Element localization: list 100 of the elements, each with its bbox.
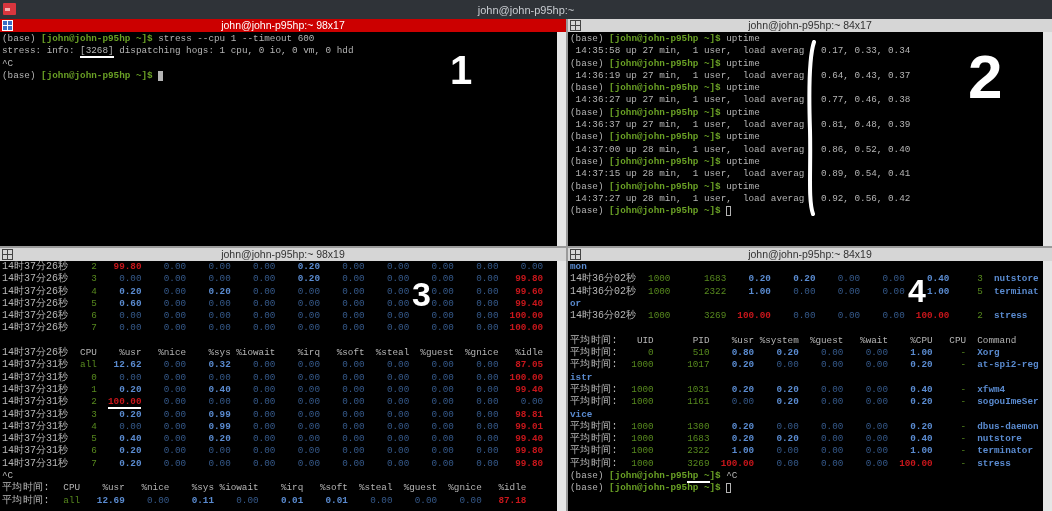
terminal-line: (base) [john@john-p95hp ~]$ uptime [570, 57, 760, 70]
table-cell: terminator [977, 445, 1034, 457]
table-cell: 0.00 [342, 297, 365, 309]
table-cell: 0.40 [910, 433, 933, 445]
table-cell: 0.00 [297, 310, 320, 322]
table-cell: 0.00 [342, 457, 365, 469]
table-cell: 0.00 [163, 297, 187, 309]
table-cell: 2 [977, 310, 983, 322]
table-cell: 0.00 [208, 297, 231, 309]
row-label: 平均时间: [570, 445, 619, 458]
window-menu-icon[interactable] [2, 249, 13, 260]
terminal-line: or [570, 297, 582, 310]
row-label: 14时37分31秒 [2, 408, 69, 421]
terminal-line: 14:36:27 up 27 min, 1 user, load averag 0.77, 0.46, 0.38 [574, 94, 911, 107]
terminal-line: 14:37:00 up 28 min, 1 user, load averag 0.86, 0.52, 0.40 [574, 143, 911, 156]
table-cell: CPU [949, 334, 967, 346]
table-cell: 0.20 [748, 273, 771, 285]
table-cell: %irq [297, 347, 320, 359]
table-cell: 0.00 [208, 322, 231, 334]
table-cell: 0.00 [431, 273, 454, 285]
scrollbar[interactable] [1043, 32, 1052, 246]
table-cell: %soft [319, 482, 348, 494]
table-cell: 0.00 [119, 273, 142, 285]
terminal-app-icon[interactable] [3, 3, 16, 15]
table-cell: 0.00 [253, 383, 276, 395]
scrollbar[interactable] [557, 32, 566, 246]
table-cell: 1000 [631, 420, 654, 432]
table-cell: 3269 [687, 457, 710, 469]
table-cell: 0.00 [297, 371, 320, 383]
table-cell: 0.11 [191, 494, 214, 506]
table-cell: 0.00 [253, 433, 276, 445]
table-cell: Command [977, 334, 1017, 346]
table-cell: %soft [336, 347, 365, 359]
table-cell: - [960, 347, 967, 359]
table-cell: stress [993, 310, 1028, 322]
table-cell: 0.00 [342, 285, 365, 297]
table-cell: 0.00 [386, 310, 410, 322]
table-cell: 0.00 [342, 261, 365, 272]
terminal-line: ^C [2, 57, 14, 70]
table-cell: 4 [91, 285, 97, 297]
table-cell: 0.00 [386, 396, 410, 408]
table-cell: 0.00 [253, 445, 276, 457]
table-cell: 0.00 [865, 445, 888, 457]
terminal-line: (base) [john@john-p95hp ~]$ ^C [570, 470, 738, 483]
table-cell: 0.00 [253, 273, 276, 285]
table-cell: 0.00 [386, 297, 410, 309]
table-cell: 99.40 [515, 433, 544, 445]
table-cell: 2 [91, 261, 97, 272]
table-cell: 0.00 [431, 383, 454, 395]
window-menu-icon[interactable] [570, 249, 581, 260]
table-cell: %steal [359, 482, 393, 494]
terminal-line: stress: info: [3268] dispatching hogs: 1 cpu, 0 io, 0 vm, 0 hdd [2, 45, 354, 58]
table-cell: 0.00 [431, 297, 454, 309]
table-cell: 2322 [703, 285, 727, 297]
table-cell: 0.00 [476, 433, 499, 445]
row-label: 平均时间: [570, 347, 619, 359]
scrollbar[interactable] [557, 261, 566, 511]
row-label: 14时37分31秒 [2, 359, 69, 372]
table-cell: 87.18 [498, 494, 527, 506]
table-cell: 0.00 [386, 445, 410, 457]
table-cell: 0.20 [731, 420, 755, 432]
scrollbar[interactable] [1043, 261, 1052, 511]
table-cell: 0.20 [731, 383, 755, 395]
table-cell: 0.00 [163, 457, 187, 469]
table-cell: 0.80 [731, 347, 755, 359]
table-cell: 1.00 [748, 285, 771, 297]
table-cell: 7 [91, 322, 97, 334]
row-label: 平均时间: [2, 494, 51, 507]
table-cell: 0.00 [342, 408, 365, 420]
table-cell: 0.00 [459, 494, 482, 506]
table-cell: 0.00 [386, 420, 410, 432]
window-menu-icon[interactable] [570, 20, 581, 31]
table-cell: %iowait [236, 347, 276, 359]
table-cell: 1000 [631, 433, 654, 445]
annotation-digit: 1 [450, 50, 473, 90]
table-cell: 0.00 [793, 285, 816, 297]
table-cell: 0.00 [253, 359, 276, 371]
terminal-line: (base) [john@john-p95hp ~]$ uptime [570, 33, 760, 46]
table-cell: 99.80 [515, 457, 544, 469]
table-cell: 0.00 [297, 297, 320, 309]
table-cell: 0.00 [431, 359, 454, 371]
table-cell: 5 [91, 297, 97, 309]
table-cell: 0.00 [253, 322, 276, 334]
table-cell: - [960, 383, 967, 395]
table-cell: 0.00 [208, 261, 231, 272]
terminal-line: (base) [john@john-p95hp ~]$ [570, 205, 721, 218]
pane-title: john@john-p95hp:~ 98x17 [221, 19, 345, 32]
table-cell: - [960, 445, 967, 457]
table-cell: 0.00 [163, 371, 187, 383]
table-cell: 0.20 [297, 261, 320, 272]
table-cell: 0.00 [253, 285, 276, 297]
table-cell: 99.60 [515, 285, 544, 297]
terminal-line: (base) [john@john-p95hp ~]$ uptime [570, 106, 760, 120]
table-cell: 0.20 [910, 396, 933, 408]
table-cell: 0.20 [119, 457, 142, 469]
table-cell: 100.00 [737, 310, 771, 322]
table-cell: - [960, 396, 967, 408]
table-cell: 100.00 [915, 310, 950, 322]
row-label: 平均时间: [570, 433, 619, 445]
table-cell: 0.00 [520, 396, 544, 408]
